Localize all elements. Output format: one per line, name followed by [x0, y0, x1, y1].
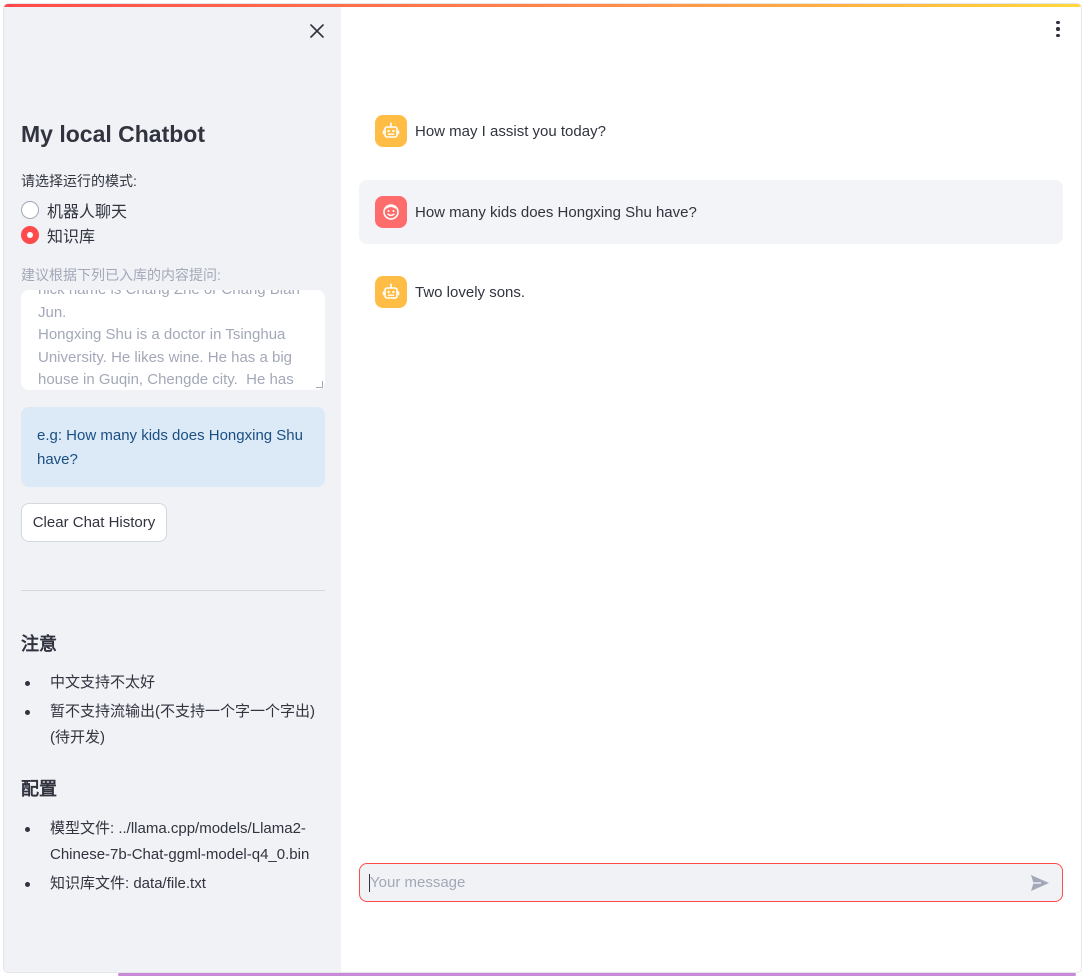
chat-input[interactable]: Your message: [359, 863, 1063, 902]
sidebar-title: My local Chatbot: [21, 121, 206, 147]
kebab-menu-icon: [1056, 20, 1060, 25]
note-list: 中文支持不太好 暂不支持流输出(不支持一个字一个字出)(待开发): [21, 670, 321, 754]
kebab-dot: [1056, 33, 1060, 38]
kebab-dot: [1056, 27, 1060, 31]
config-heading: 配置: [21, 779, 57, 799]
header-decoration-bar: [4, 4, 1081, 7]
message-text: Two lovely sons.: [415, 283, 526, 301]
radio-unchecked-icon: [21, 201, 39, 219]
assistant-avatar: [375, 115, 407, 147]
radio-option-knowledge-base[interactable]: 知识库: [21, 223, 95, 247]
radio-option-label: 知识库: [47, 229, 96, 246]
radio-checked-icon: [21, 226, 39, 244]
user-avatar: [375, 196, 407, 228]
resize-handle-icon[interactable]: [316, 381, 323, 388]
main-menu-button[interactable]: [1050, 18, 1066, 40]
mode-radio-label: 请选择运行的模式:: [21, 173, 137, 189]
chat-message-assistant: How may I assist you today?: [359, 99, 1063, 163]
close-icon: [310, 24, 324, 38]
kb-content-textarea[interactable]: nick name is Chang Zhe or Chang Bian Jun…: [21, 290, 325, 390]
list-item: 中文支持不太好: [21, 670, 321, 696]
list-item: 知识库文件: data/file.txt: [21, 871, 321, 897]
robot-icon: [382, 122, 400, 138]
clear-chat-history-button[interactable]: Clear Chat History: [21, 503, 167, 542]
radio-option-label: 机器人聊天: [47, 204, 128, 221]
config-list: 模型文件: ../llama.cpp/models/Llama2-Chinese…: [21, 816, 321, 900]
example-info-box: e.g: How many kids does Hongxing Shu hav…: [21, 407, 325, 487]
send-icon: [1031, 874, 1049, 891]
message-text: How many kids does Hongxing Shu have?: [415, 203, 697, 221]
note-heading: 注意: [21, 634, 57, 654]
assistant-avatar: [375, 276, 407, 308]
radio-option-chatbot[interactable]: 机器人聊天: [21, 198, 127, 222]
kb-content-text: nick name is Chang Zhe or Chang Bian Jun…: [38, 290, 300, 388]
send-button[interactable]: [1026, 869, 1054, 897]
robot-icon: [382, 283, 400, 299]
bottom-accent-bar: [118, 973, 1076, 976]
app-window: My local Chatbot 请选择运行的模式: 机器人聊天 知识库 建议根…: [4, 4, 1081, 972]
list-item: 模型文件: ../llama.cpp/models/Llama2-Chinese…: [21, 816, 321, 868]
sidebar: My local Chatbot 请选择运行的模式: 机器人聊天 知识库 建议根…: [4, 4, 341, 972]
smiley-face-icon: [383, 204, 399, 220]
chat-message-assistant: Two lovely sons.: [359, 260, 1063, 324]
sidebar-divider: [21, 590, 325, 591]
close-sidebar-button[interactable]: [306, 20, 328, 42]
message-text: How may I assist you today?: [415, 122, 606, 140]
chat-input-placeholder: Your message: [370, 874, 466, 891]
list-item: 暂不支持流输出(不支持一个字一个字出)(待开发): [21, 699, 321, 751]
kb-content-label: 建议根据下列已入库的内容提问:: [21, 267, 221, 283]
chat-message-user: How many kids does Hongxing Shu have?: [359, 180, 1063, 244]
chat-main: How may I assist you today? How many kid…: [341, 4, 1081, 972]
